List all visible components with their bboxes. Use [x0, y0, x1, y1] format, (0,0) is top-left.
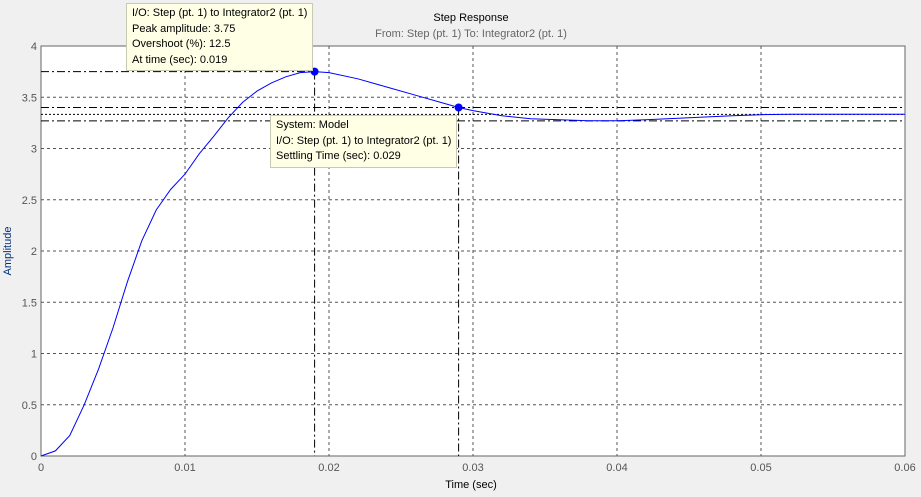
y-tick-label: 2 [31, 246, 37, 258]
y-tick-label: 2.5 [22, 195, 37, 207]
y-tick-label: 3.5 [22, 92, 37, 104]
settling-datatip[interactable]: System: Model I/O: Step (pt. 1) to Integ… [270, 115, 458, 168]
y-tick-label: 3 [31, 144, 37, 156]
y-tick-label: 0.5 [22, 400, 37, 412]
step-response-figure: 0 0.01 0.02 0.03 0.04 0.05 0.06 0 0.5 1 1.5 2 2.5 3 3.… [0, 0, 921, 497]
x-tick-label: 0.06 [894, 462, 915, 474]
y-tick-label: 4 [31, 41, 37, 53]
tip-line: Settling Time (sec): 0.029 [276, 150, 401, 162]
y-axis-label: Amplitude [2, 227, 14, 276]
y-tick-label: 1 [31, 349, 37, 361]
tip-line: System: Model [276, 119, 349, 131]
tip-line: Overshoot (%): 12.5 [132, 38, 231, 50]
chart-title: Step Response [433, 12, 508, 24]
x-tick-label: 0.05 [750, 462, 771, 474]
y-tick-label: 0 [31, 451, 37, 463]
settling-time-marker [454, 103, 463, 112]
y-tick-label: 1.5 [22, 297, 37, 309]
x-tick-label: 0.03 [462, 462, 483, 474]
tip-line: I/O: Step (pt. 1) to Integrator2 (pt. 1) [276, 134, 452, 147]
plot-area: 0 0.01 0.02 0.03 0.04 0.05 0.06 0 0.5 1 1.5 2 2.5 3 3.… [2, 12, 916, 491]
chart-subtitle: From: Step (pt. 1) To: Integrator2 (pt. … [375, 28, 567, 40]
x-tick-label: 0.01 [174, 462, 195, 474]
tip-line: Peak amplitude: 3.75 [132, 22, 236, 35]
x-axis-label: Time (sec) [445, 479, 497, 491]
tip-line: At time (sec): 0.019 [132, 53, 228, 66]
x-tick-label: 0 [38, 462, 44, 474]
tip-line: I/O: Step (pt. 1) to Integrator2 (pt. 1) [132, 7, 308, 19]
x-tick-label: 0.02 [318, 462, 339, 474]
peak-datatip[interactable]: I/O: Step (pt. 1) to Integrator2 (pt. 1)… [126, 3, 314, 71]
x-tick-label: 0.04 [606, 462, 627, 474]
